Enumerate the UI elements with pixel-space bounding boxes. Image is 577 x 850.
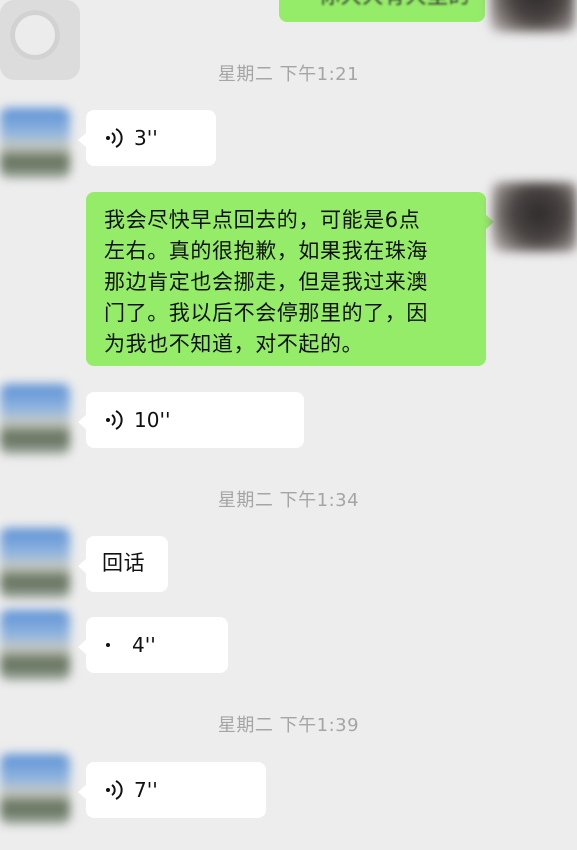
voice-duration: 3'' <box>134 125 158 150</box>
voice-wave-icon <box>106 128 123 148</box>
contact-avatar[interactable] <box>0 528 70 598</box>
voice-duration: 4'' <box>132 632 156 657</box>
timestamp: 星期二 下午1:21 <box>217 64 360 85</box>
timestamp: 星期二 下午1:34 <box>217 490 360 511</box>
my-avatar[interactable] <box>492 182 577 252</box>
voice-duration: 7'' <box>134 777 158 802</box>
incoming-message-bubble[interactable]: 回话 <box>78 536 168 592</box>
voice-duration: 10'' <box>134 407 171 432</box>
voice-message-bubble[interactable]: 7'' <box>78 762 266 818</box>
voice-wave-icon <box>106 410 123 430</box>
avatar-ring-icon <box>10 10 60 60</box>
my-avatar[interactable] <box>490 0 575 32</box>
contact-avatar[interactable] <box>0 610 70 680</box>
voice-wave-icon <box>106 780 123 800</box>
timestamp: 星期二 下午1:39 <box>217 715 360 736</box>
outgoing-message-bubble[interactable]: 你大大有大里的 <box>279 0 485 22</box>
contact-avatar[interactable] <box>0 108 70 178</box>
message-text: 我会尽快早点回去的，可能是6点 左右。真的很抱歉，如果我在珠海 那边肯定也会挪走… <box>104 208 428 356</box>
voice-playing-icon <box>104 641 112 649</box>
message-text: 回话 <box>102 551 146 575</box>
message-text: 你大大有大里的 <box>279 0 485 8</box>
contact-avatar[interactable] <box>0 754 70 824</box>
contact-avatar[interactable] <box>0 384 70 454</box>
voice-message-bubble[interactable]: 3'' <box>78 110 216 166</box>
voice-message-bubble[interactable]: 10'' <box>78 392 304 448</box>
voice-message-bubble[interactable]: 4'' <box>78 617 228 673</box>
outgoing-message-bubble[interactable]: 我会尽快早点回去的，可能是6点 左右。真的很抱歉，如果我在珠海 那边肯定也会挪走… <box>86 192 494 366</box>
